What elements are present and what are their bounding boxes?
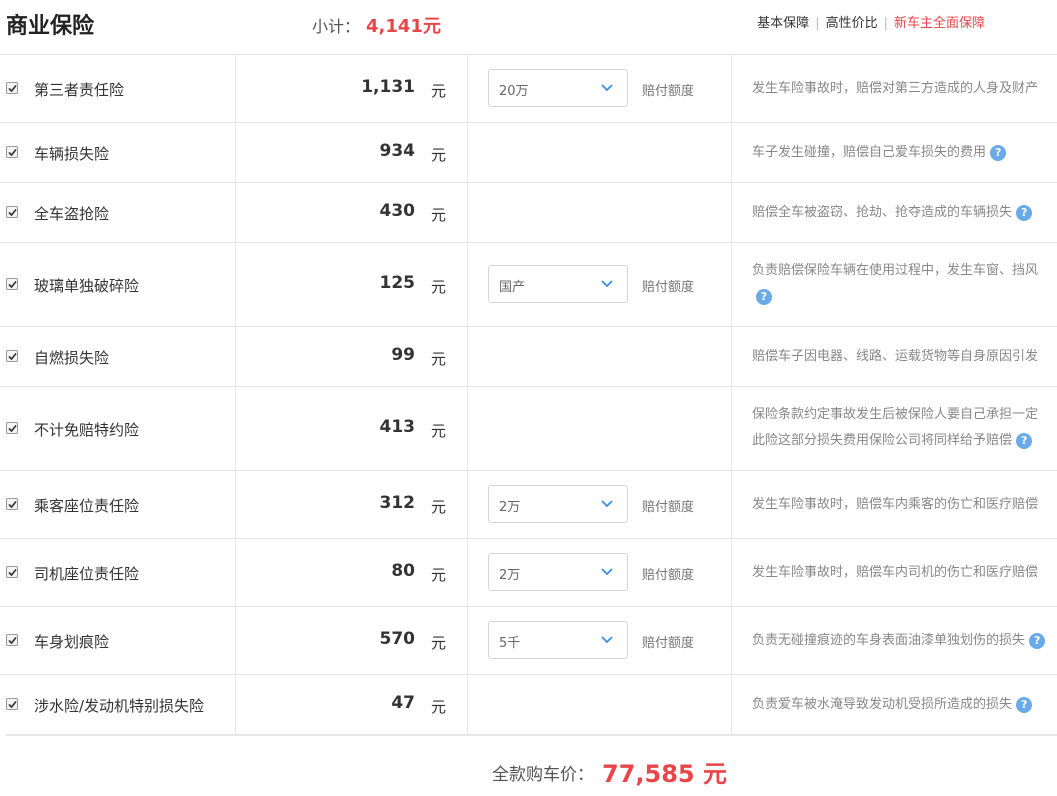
price-unit: 元 [431,634,447,652]
coverage-select[interactable]: 20万 [488,69,628,107]
table-row: 车身划痕险 570 元 5千 赔付额度 负责无碰撞痕迹的车身表面油漆单独划伤的损… [0,607,1057,675]
price-unit: 元 [431,350,447,368]
row-checkbox[interactable] [6,698,18,710]
coverage-select[interactable]: 国产 [488,265,628,303]
plan-basic-link[interactable]: 基本保障 [757,16,809,31]
help-icon[interactable]: ? [1016,204,1033,221]
insurance-description: 发生车险事故时，赔偿车内司机的伤亡和医疗赔偿 [752,565,1039,580]
price-unit: 元 [431,206,447,224]
help-icon[interactable]: ? [990,144,1007,161]
insurance-price: 1,131 [361,77,415,97]
subtotal-label: 小计： [312,17,361,36]
total-label: 全款购车价： [492,765,594,785]
insurance-name: 涉水险/发动机特别损失险 [34,697,205,715]
table-row: 司机座位责任险 80 元 2万 赔付额度 发生车险事故时，赔偿车内司机的伤亡和医… [0,539,1057,607]
insurance-description: 负责赔偿保险车辆在使用过程中，发生车窗、挡风? [752,263,1039,305]
insurance-price: 413 [379,417,416,437]
section-title: 商业保险 [6,14,95,39]
insurance-name: 乘客座位责任险 [34,497,140,515]
table-row: 乘客座位责任险 312 元 2万 赔付额度 发生车险事故时，赔偿车内乘客的伤亡和… [0,471,1057,539]
table-row: 第三者责任险 1,131 元 20万 赔付额度 发生车险事故时，赔偿对第三方造成… [0,55,1057,123]
insurance-name: 车辆损失险 [34,145,110,163]
insurance-name: 全车盗抢险 [34,205,110,223]
insurance-description: 保险条款约定事故发生后被保险人要自己承担一定 此险这部分损失费用保险公司将同样给予… [752,407,1039,449]
coverage-select[interactable]: 2万 [488,553,628,591]
insurance-price: 430 [379,201,416,221]
subtotal: 小计： 4,141元 [312,12,441,38]
insurance-price: 934 [379,141,416,161]
insurance-price: 47 [391,693,415,713]
limit-label: 赔付额度 [642,636,695,651]
chevron-down-icon [601,500,613,508]
limit-label: 赔付额度 [642,500,695,515]
price-unit: 元 [431,82,447,100]
price-footer: 全款购车价： 77,585 元 [0,734,1057,796]
chevron-down-icon [601,568,613,576]
chevron-down-icon [601,280,613,288]
insurance-price: 99 [391,345,415,365]
price-unit: 元 [431,566,447,584]
table-row: 玻璃单独破碎险 125 元 国产 赔付额度 负责赔偿保险车辆在使用过程中，发生车… [0,243,1057,327]
plan-full-link[interactable]: 新车主全面保障 [894,16,985,31]
price-unit: 元 [431,422,447,440]
help-icon[interactable]: ? [1016,696,1033,713]
table-row: 自燃损失险 99 元 赔偿车子因电器、线路、运载货物等自身原因引发 [0,327,1057,387]
insurance-description: 车子发生碰撞，赔偿自己爱车损失的费用 ? [752,140,1057,166]
plan-links: 基本保障 | 高性价比 | 新车主全面保障 [757,16,985,31]
row-checkbox[interactable] [6,566,18,578]
table-row: 车辆损失险 934 元 车子发生碰撞，赔偿自己爱车损失的费用 ? [0,123,1057,183]
row-checkbox[interactable] [6,422,18,434]
insurance-name: 不计免赔特约险 [34,421,140,439]
insurance-price: 312 [379,493,416,513]
coverage-select[interactable]: 5千 [488,621,628,659]
total-value: 77,585 元 [602,760,727,788]
plan-value-link[interactable]: 高性价比 [826,16,878,31]
table-row: 涉水险/发动机特别损失险 47 元 负责爱车被水淹导致发动机受损所造成的损失 ? [0,675,1057,734]
price-unit: 元 [431,498,447,516]
help-icon[interactable]: ? [756,288,772,305]
limit-label: 赔付额度 [642,84,695,99]
insurance-description: 赔偿全车被盗窃、抢劫、抢夺造成的车辆损失 ? [752,200,1057,226]
row-checkbox[interactable] [6,498,18,510]
price-unit: 元 [431,698,447,716]
price-unit: 元 [431,278,447,296]
insurance-description: 发生车险事故时，赔偿对第三方造成的人身及财产 [752,81,1039,96]
row-checkbox[interactable] [6,278,18,290]
row-checkbox[interactable] [6,146,18,158]
insurance-name: 车身划痕险 [34,633,110,651]
limit-label: 赔付额度 [642,568,695,583]
coverage-select[interactable]: 2万 [488,485,628,523]
insurance-table: 第三者责任险 1,131 元 20万 赔付额度 发生车险事故时，赔偿对第三方造成… [0,55,1057,734]
chevron-down-icon [601,84,613,92]
insurance-header: 商业保险 小计： 4,141元 基本保障 | 高性价比 | 新车主全面保障 [0,0,1057,55]
row-checkbox[interactable] [6,206,18,218]
limit-label: 赔付额度 [642,280,695,295]
insurance-description: 负责爱车被水淹导致发动机受损所造成的损失 ? [752,692,1057,718]
help-icon[interactable]: ? [1029,632,1046,649]
help-icon[interactable]: ? [1016,432,1033,449]
insurance-name: 司机座位责任险 [34,565,140,583]
chevron-down-icon [601,636,613,644]
row-checkbox[interactable] [6,634,18,646]
insurance-name: 第三者责任险 [34,81,125,99]
insurance-description: 发生车险事故时，赔偿车内乘客的伤亡和医疗赔偿 [752,497,1039,512]
insurance-name: 自燃损失险 [34,349,110,367]
insurance-price: 570 [379,629,416,649]
insurance-description: 赔偿车子因电器、线路、运载货物等自身原因引发 [752,349,1039,364]
insurance-description: 负责无碰撞痕迹的车身表面油漆单独划伤的损失 ? [752,628,1057,654]
table-row: 不计免赔特约险 413 元 保险条款约定事故发生后被保险人要自己承担一定 此险这部… [0,387,1057,471]
subtotal-value: 4,141元 [366,16,441,37]
total-price: 全款购车价： 77,585 元 [492,754,727,789]
row-checkbox[interactable] [6,82,18,94]
insurance-price: 125 [379,273,416,293]
row-checkbox[interactable] [6,350,18,362]
insurance-name: 玻璃单独破碎险 [34,277,140,295]
insurance-price: 80 [391,561,415,581]
price-unit: 元 [431,146,447,164]
table-row: 全车盗抢险 430 元 赔偿全车被盗窃、抢劫、抢夺造成的车辆损失 ? [0,183,1057,243]
